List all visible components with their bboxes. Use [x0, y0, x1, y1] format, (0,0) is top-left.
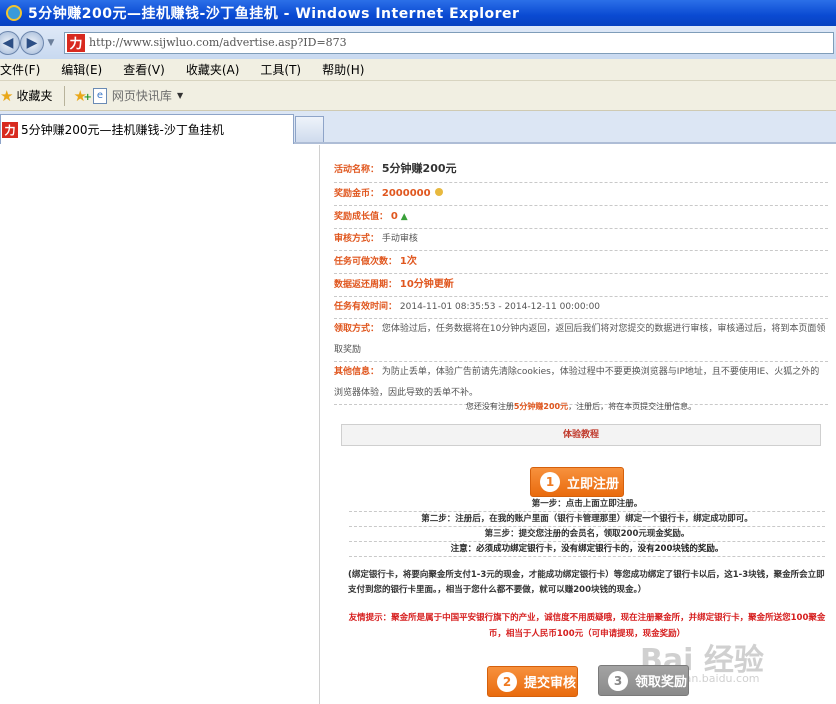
step-2-badge: 2: [497, 671, 517, 692]
growth-row: 奖励成长值： 0 ▲: [334, 206, 828, 229]
other-row: 其他信息： 为防止丢单，体验广告前请先清除cookies，体验过程中不要更换浏览…: [334, 362, 828, 405]
menu-favorites[interactable]: 收藏夹(A): [186, 61, 240, 78]
register-button-label: 立即注册: [567, 476, 620, 492]
other-value: 为防止丢单，体验广告前请先清除cookies，体验过程中不要更换浏览器与IP地址…: [334, 367, 820, 398]
notice-prefix: 您还没有注册: [465, 402, 514, 411]
favorites-divider: [64, 85, 66, 106]
period-value: 2014-11-01 08:35:53 - 2014-12-11 00:00:0…: [399, 302, 601, 312]
coin-icon: [435, 188, 444, 196]
url-input[interactable]: 力 http://www.sijwluo.com/advertise.asp?I…: [64, 31, 834, 54]
cycle-label: 数据返还周期：: [334, 280, 398, 290]
submit-review-button[interactable]: 2 提交审核: [487, 666, 578, 697]
menu-bar: 文件(F) 编辑(E) 查看(V) 收藏夹(A) 工具(T) 帮助(H): [0, 59, 836, 81]
site-favicon-icon: 力: [67, 33, 85, 52]
window-title-bar: 5分钟赚200元—挂机赚钱-沙丁鱼挂机 - Windows Internet E…: [0, 0, 836, 26]
reward-value: 2000000: [381, 188, 431, 199]
back-icon[interactable]: ◀: [0, 30, 20, 55]
submit-button-label: 提交审核: [524, 676, 577, 691]
method-label: 领取方式：: [334, 324, 380, 334]
step-note: 注意：必须成功绑定银行卡，没有绑定银行卡的，没有200块钱的奖励。: [349, 542, 825, 557]
step-2: 第二步：注册后，在我的账户里面（银行卡管理那里）绑定一个银行卡，绑定成功即可。: [349, 512, 825, 527]
page-content: 活动名称： 5分钟赚200元 奖励金币： 2000000 奖励成长值： 0 ▲ …: [0, 145, 836, 704]
register-button[interactable]: 1 立即注册: [530, 467, 624, 497]
address-bar: ◀ ▶ ▼ 力 http://www.sijwluo.com/advertise…: [0, 26, 836, 59]
step-3: 第三步：提交您注册的会员名，领取200元现金奖励。: [349, 527, 825, 542]
method-row: 领取方式： 您体验过后，任务数据将在10分钟内返回，返回后我们将对您提交的数据进…: [334, 319, 828, 362]
favorites-button[interactable]: 收藏夹: [16, 87, 52, 104]
task-name-row: 活动名称： 5分钟赚200元: [334, 157, 828, 183]
menu-help[interactable]: 帮助(H): [322, 61, 364, 78]
reward-label: 奖励金币：: [334, 189, 380, 199]
audit-row: 审核方式： 手动审核: [334, 229, 828, 251]
forward-icon[interactable]: ▶: [20, 30, 44, 55]
menu-edit[interactable]: 编辑(E): [61, 61, 102, 78]
notice-suffix: ，注册后，将在本页提交注册信息。: [568, 402, 697, 411]
favorites-bar: ★ 收藏夹 ★ e 网页快讯库 ▼: [0, 81, 836, 111]
notice-highlight: 5分钟赚200元: [513, 402, 569, 411]
times-row: 任务可做次数： 1次: [334, 251, 828, 274]
history-dropdown-icon[interactable]: ▼: [44, 38, 58, 48]
step-1: 第一步：点击上面立即注册。: [349, 497, 825, 512]
tab-active[interactable]: 力 5分钟赚200元—挂机赚钱-沙丁鱼挂机: [0, 114, 294, 144]
times-label: 任务可做次数：: [334, 257, 398, 267]
growth-value: 0: [390, 211, 398, 222]
tab-label[interactable]: 5分钟赚200元—挂机赚钱-沙丁鱼挂机: [21, 121, 224, 138]
cycle-value: 10分钟更新: [399, 279, 454, 290]
audit-value: 手动审核: [381, 234, 418, 244]
cycle-row: 数据返还周期： 10分钟更新: [334, 274, 828, 297]
period-row: 任务有效时间： 2014-11-01 08:35:53 - 2014-12-11…: [334, 297, 828, 319]
audit-label: 审核方式：: [334, 234, 380, 244]
claim-button-label: 领取奖励: [635, 675, 688, 690]
reward-row: 奖励金币： 2000000: [334, 183, 828, 206]
tutorial-header: 体验教程: [341, 424, 821, 446]
tab-favicon-icon: 力: [2, 121, 18, 138]
column-divider: [319, 145, 320, 704]
menu-tools[interactable]: 工具(T): [260, 61, 301, 78]
new-tab-button[interactable]: [295, 116, 324, 142]
chevron-down-icon[interactable]: ▼: [177, 91, 183, 100]
other-label: 其他信息：: [334, 367, 380, 377]
steps-list: 第一步：点击上面立即注册。 第二步：注册后，在我的账户里面（银行卡管理那里）绑定…: [349, 497, 825, 557]
webslice-page-icon: e: [92, 87, 107, 104]
url-text[interactable]: http://www.sijwluo.com/advertise.asp?ID=…: [89, 36, 347, 49]
ie-logo-icon: [6, 5, 22, 21]
times-value: 1次: [399, 256, 417, 267]
menu-file[interactable]: 文件(F): [0, 61, 40, 78]
period-label: 任务有效时间：: [334, 302, 398, 312]
quick-library-button[interactable]: 网页快讯库: [112, 87, 172, 104]
step-1-badge: 1: [540, 472, 560, 492]
tab-bar: 力 5分钟赚200元—挂机赚钱-沙丁鱼挂机: [0, 111, 836, 144]
claim-reward-button[interactable]: 3 领取奖励: [598, 665, 689, 696]
method-value: 您体验过后，任务数据将在10分钟内返回，返回后我们将对您提交的数据进行审核，审核…: [334, 324, 826, 355]
task-name-label: 活动名称：: [334, 165, 380, 175]
bank-card-explanation: (绑定银行卡，将要向聚金所支付1-3元的现金，才能成功绑定银行卡）等您成功绑定了…: [348, 570, 825, 595]
leaf-icon: ▲: [400, 212, 408, 222]
add-favorite-icon[interactable]: ★: [73, 87, 92, 105]
window-title: 5分钟赚200元—挂机赚钱-沙丁鱼挂机 - Windows Internet E…: [28, 6, 520, 22]
register-notice: 您还没有注册5分钟赚200元，注册后，将在本页提交注册信息。: [334, 401, 828, 412]
favorites-star-icon[interactable]: ★: [0, 87, 13, 105]
task-info: 活动名称： 5分钟赚200元 奖励金币： 2000000 奖励成长值： 0 ▲ …: [334, 157, 828, 405]
growth-label: 奖励成长值：: [334, 212, 389, 222]
menu-view[interactable]: 查看(V): [123, 61, 165, 78]
task-name-value: 5分钟赚200元: [381, 162, 457, 175]
step-3-badge: 3: [608, 670, 628, 691]
